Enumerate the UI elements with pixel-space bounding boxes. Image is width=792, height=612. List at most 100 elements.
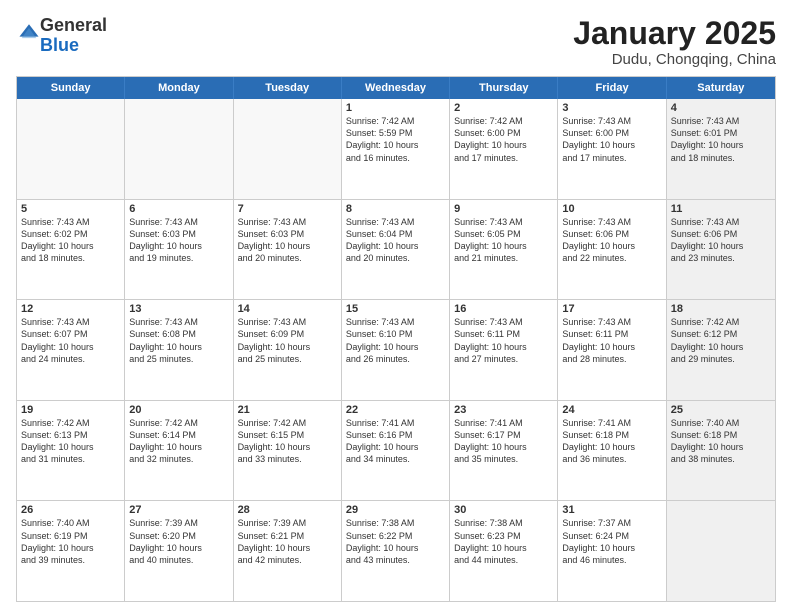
- calendar-cell: 27Sunrise: 7:39 AM Sunset: 6:20 PM Dayli…: [125, 501, 233, 601]
- calendar-cell: 3Sunrise: 7:43 AM Sunset: 6:00 PM Daylig…: [558, 99, 666, 199]
- day-number: 21: [238, 404, 337, 416]
- calendar-cell: 28Sunrise: 7:39 AM Sunset: 6:21 PM Dayli…: [234, 501, 342, 601]
- cell-text: Sunrise: 7:38 AM Sunset: 6:22 PM Dayligh…: [346, 517, 445, 566]
- day-number: 14: [238, 303, 337, 315]
- calendar-cell: 5Sunrise: 7:43 AM Sunset: 6:02 PM Daylig…: [17, 200, 125, 300]
- logo-text: General Blue: [40, 16, 107, 56]
- calendar-cell: 4Sunrise: 7:43 AM Sunset: 6:01 PM Daylig…: [667, 99, 775, 199]
- header-day-sunday: Sunday: [17, 77, 125, 99]
- day-number: 19: [21, 404, 120, 416]
- header-day-wednesday: Wednesday: [342, 77, 450, 99]
- cell-text: Sunrise: 7:43 AM Sunset: 6:07 PM Dayligh…: [21, 316, 120, 365]
- calendar-cell: 16Sunrise: 7:43 AM Sunset: 6:11 PM Dayli…: [450, 300, 558, 400]
- cell-text: Sunrise: 7:39 AM Sunset: 6:21 PM Dayligh…: [238, 517, 337, 566]
- calendar-cell: 30Sunrise: 7:38 AM Sunset: 6:23 PM Dayli…: [450, 501, 558, 601]
- logo: General Blue: [16, 16, 107, 56]
- header-day-tuesday: Tuesday: [234, 77, 342, 99]
- day-number: 7: [238, 203, 337, 215]
- calendar-cell: 26Sunrise: 7:40 AM Sunset: 6:19 PM Dayli…: [17, 501, 125, 601]
- cell-text: Sunrise: 7:43 AM Sunset: 6:06 PM Dayligh…: [671, 216, 771, 265]
- title-block: January 2025 Dudu, Chongqing, China: [573, 16, 776, 68]
- calendar-row: 19Sunrise: 7:42 AM Sunset: 6:13 PM Dayli…: [17, 400, 775, 501]
- cell-text: Sunrise: 7:42 AM Sunset: 6:00 PM Dayligh…: [454, 115, 553, 164]
- cell-text: Sunrise: 7:42 AM Sunset: 6:15 PM Dayligh…: [238, 417, 337, 466]
- calendar-cell: [17, 99, 125, 199]
- logo-general: General: [40, 15, 107, 35]
- cell-text: Sunrise: 7:42 AM Sunset: 6:12 PM Dayligh…: [671, 316, 771, 365]
- cell-text: Sunrise: 7:39 AM Sunset: 6:20 PM Dayligh…: [129, 517, 228, 566]
- cell-text: Sunrise: 7:43 AM Sunset: 6:00 PM Dayligh…: [562, 115, 661, 164]
- calendar-cell: 18Sunrise: 7:42 AM Sunset: 6:12 PM Dayli…: [667, 300, 775, 400]
- cell-text: Sunrise: 7:38 AM Sunset: 6:23 PM Dayligh…: [454, 517, 553, 566]
- calendar-cell: 1Sunrise: 7:42 AM Sunset: 5:59 PM Daylig…: [342, 99, 450, 199]
- calendar-row: 1Sunrise: 7:42 AM Sunset: 5:59 PM Daylig…: [17, 99, 775, 199]
- day-number: 26: [21, 504, 120, 516]
- calendar-cell: 21Sunrise: 7:42 AM Sunset: 6:15 PM Dayli…: [234, 401, 342, 501]
- cell-text: Sunrise: 7:43 AM Sunset: 6:08 PM Dayligh…: [129, 316, 228, 365]
- day-number: 6: [129, 203, 228, 215]
- cell-text: Sunrise: 7:43 AM Sunset: 6:09 PM Dayligh…: [238, 316, 337, 365]
- day-number: 9: [454, 203, 553, 215]
- cell-text: Sunrise: 7:37 AM Sunset: 6:24 PM Dayligh…: [562, 517, 661, 566]
- day-number: 23: [454, 404, 553, 416]
- day-number: 1: [346, 102, 445, 114]
- title-location: Dudu, Chongqing, China: [573, 51, 776, 68]
- calendar-cell: 22Sunrise: 7:41 AM Sunset: 6:16 PM Dayli…: [342, 401, 450, 501]
- calendar-cell: [234, 99, 342, 199]
- calendar-cell: 15Sunrise: 7:43 AM Sunset: 6:10 PM Dayli…: [342, 300, 450, 400]
- day-number: 30: [454, 504, 553, 516]
- calendar-cell: 29Sunrise: 7:38 AM Sunset: 6:22 PM Dayli…: [342, 501, 450, 601]
- calendar-cell: 25Sunrise: 7:40 AM Sunset: 6:18 PM Dayli…: [667, 401, 775, 501]
- cell-text: Sunrise: 7:43 AM Sunset: 6:03 PM Dayligh…: [238, 216, 337, 265]
- day-number: 8: [346, 203, 445, 215]
- day-number: 3: [562, 102, 661, 114]
- calendar-cell: 23Sunrise: 7:41 AM Sunset: 6:17 PM Dayli…: [450, 401, 558, 501]
- calendar-cell: 8Sunrise: 7:43 AM Sunset: 6:04 PM Daylig…: [342, 200, 450, 300]
- cell-text: Sunrise: 7:41 AM Sunset: 6:17 PM Dayligh…: [454, 417, 553, 466]
- calendar-row: 26Sunrise: 7:40 AM Sunset: 6:19 PM Dayli…: [17, 500, 775, 601]
- header-day-monday: Monday: [125, 77, 233, 99]
- day-number: 25: [671, 404, 771, 416]
- calendar: SundayMondayTuesdayWednesdayThursdayFrid…: [16, 76, 776, 602]
- header-day-friday: Friday: [558, 77, 666, 99]
- day-number: 4: [671, 102, 771, 114]
- calendar-row: 5Sunrise: 7:43 AM Sunset: 6:02 PM Daylig…: [17, 199, 775, 300]
- page: General Blue January 2025 Dudu, Chongqin…: [0, 0, 792, 612]
- calendar-cell: 11Sunrise: 7:43 AM Sunset: 6:06 PM Dayli…: [667, 200, 775, 300]
- calendar-cell: 14Sunrise: 7:43 AM Sunset: 6:09 PM Dayli…: [234, 300, 342, 400]
- day-number: 18: [671, 303, 771, 315]
- cell-text: Sunrise: 7:43 AM Sunset: 6:03 PM Dayligh…: [129, 216, 228, 265]
- cell-text: Sunrise: 7:40 AM Sunset: 6:18 PM Dayligh…: [671, 417, 771, 466]
- day-number: 15: [346, 303, 445, 315]
- calendar-cell: 2Sunrise: 7:42 AM Sunset: 6:00 PM Daylig…: [450, 99, 558, 199]
- day-number: 31: [562, 504, 661, 516]
- day-number: 12: [21, 303, 120, 315]
- logo-blue: Blue: [40, 35, 79, 55]
- cell-text: Sunrise: 7:42 AM Sunset: 5:59 PM Dayligh…: [346, 115, 445, 164]
- calendar-cell: 7Sunrise: 7:43 AM Sunset: 6:03 PM Daylig…: [234, 200, 342, 300]
- cell-text: Sunrise: 7:43 AM Sunset: 6:04 PM Dayligh…: [346, 216, 445, 265]
- cell-text: Sunrise: 7:43 AM Sunset: 6:11 PM Dayligh…: [562, 316, 661, 365]
- calendar-cell: 19Sunrise: 7:42 AM Sunset: 6:13 PM Dayli…: [17, 401, 125, 501]
- calendar-cell: 9Sunrise: 7:43 AM Sunset: 6:05 PM Daylig…: [450, 200, 558, 300]
- day-number: 29: [346, 504, 445, 516]
- day-number: 5: [21, 203, 120, 215]
- calendar-cell: 12Sunrise: 7:43 AM Sunset: 6:07 PM Dayli…: [17, 300, 125, 400]
- cell-text: Sunrise: 7:41 AM Sunset: 6:16 PM Dayligh…: [346, 417, 445, 466]
- cell-text: Sunrise: 7:43 AM Sunset: 6:10 PM Dayligh…: [346, 316, 445, 365]
- day-number: 10: [562, 203, 661, 215]
- cell-text: Sunrise: 7:41 AM Sunset: 6:18 PM Dayligh…: [562, 417, 661, 466]
- cell-text: Sunrise: 7:42 AM Sunset: 6:13 PM Dayligh…: [21, 417, 120, 466]
- cell-text: Sunrise: 7:43 AM Sunset: 6:01 PM Dayligh…: [671, 115, 771, 164]
- cell-text: Sunrise: 7:43 AM Sunset: 6:11 PM Dayligh…: [454, 316, 553, 365]
- calendar-cell: 24Sunrise: 7:41 AM Sunset: 6:18 PM Dayli…: [558, 401, 666, 501]
- title-month: January 2025: [573, 16, 776, 51]
- cell-text: Sunrise: 7:43 AM Sunset: 6:06 PM Dayligh…: [562, 216, 661, 265]
- day-number: 16: [454, 303, 553, 315]
- day-number: 20: [129, 404, 228, 416]
- calendar-cell: 13Sunrise: 7:43 AM Sunset: 6:08 PM Dayli…: [125, 300, 233, 400]
- cell-text: Sunrise: 7:43 AM Sunset: 6:05 PM Dayligh…: [454, 216, 553, 265]
- calendar-cell: [125, 99, 233, 199]
- cell-text: Sunrise: 7:42 AM Sunset: 6:14 PM Dayligh…: [129, 417, 228, 466]
- day-number: 22: [346, 404, 445, 416]
